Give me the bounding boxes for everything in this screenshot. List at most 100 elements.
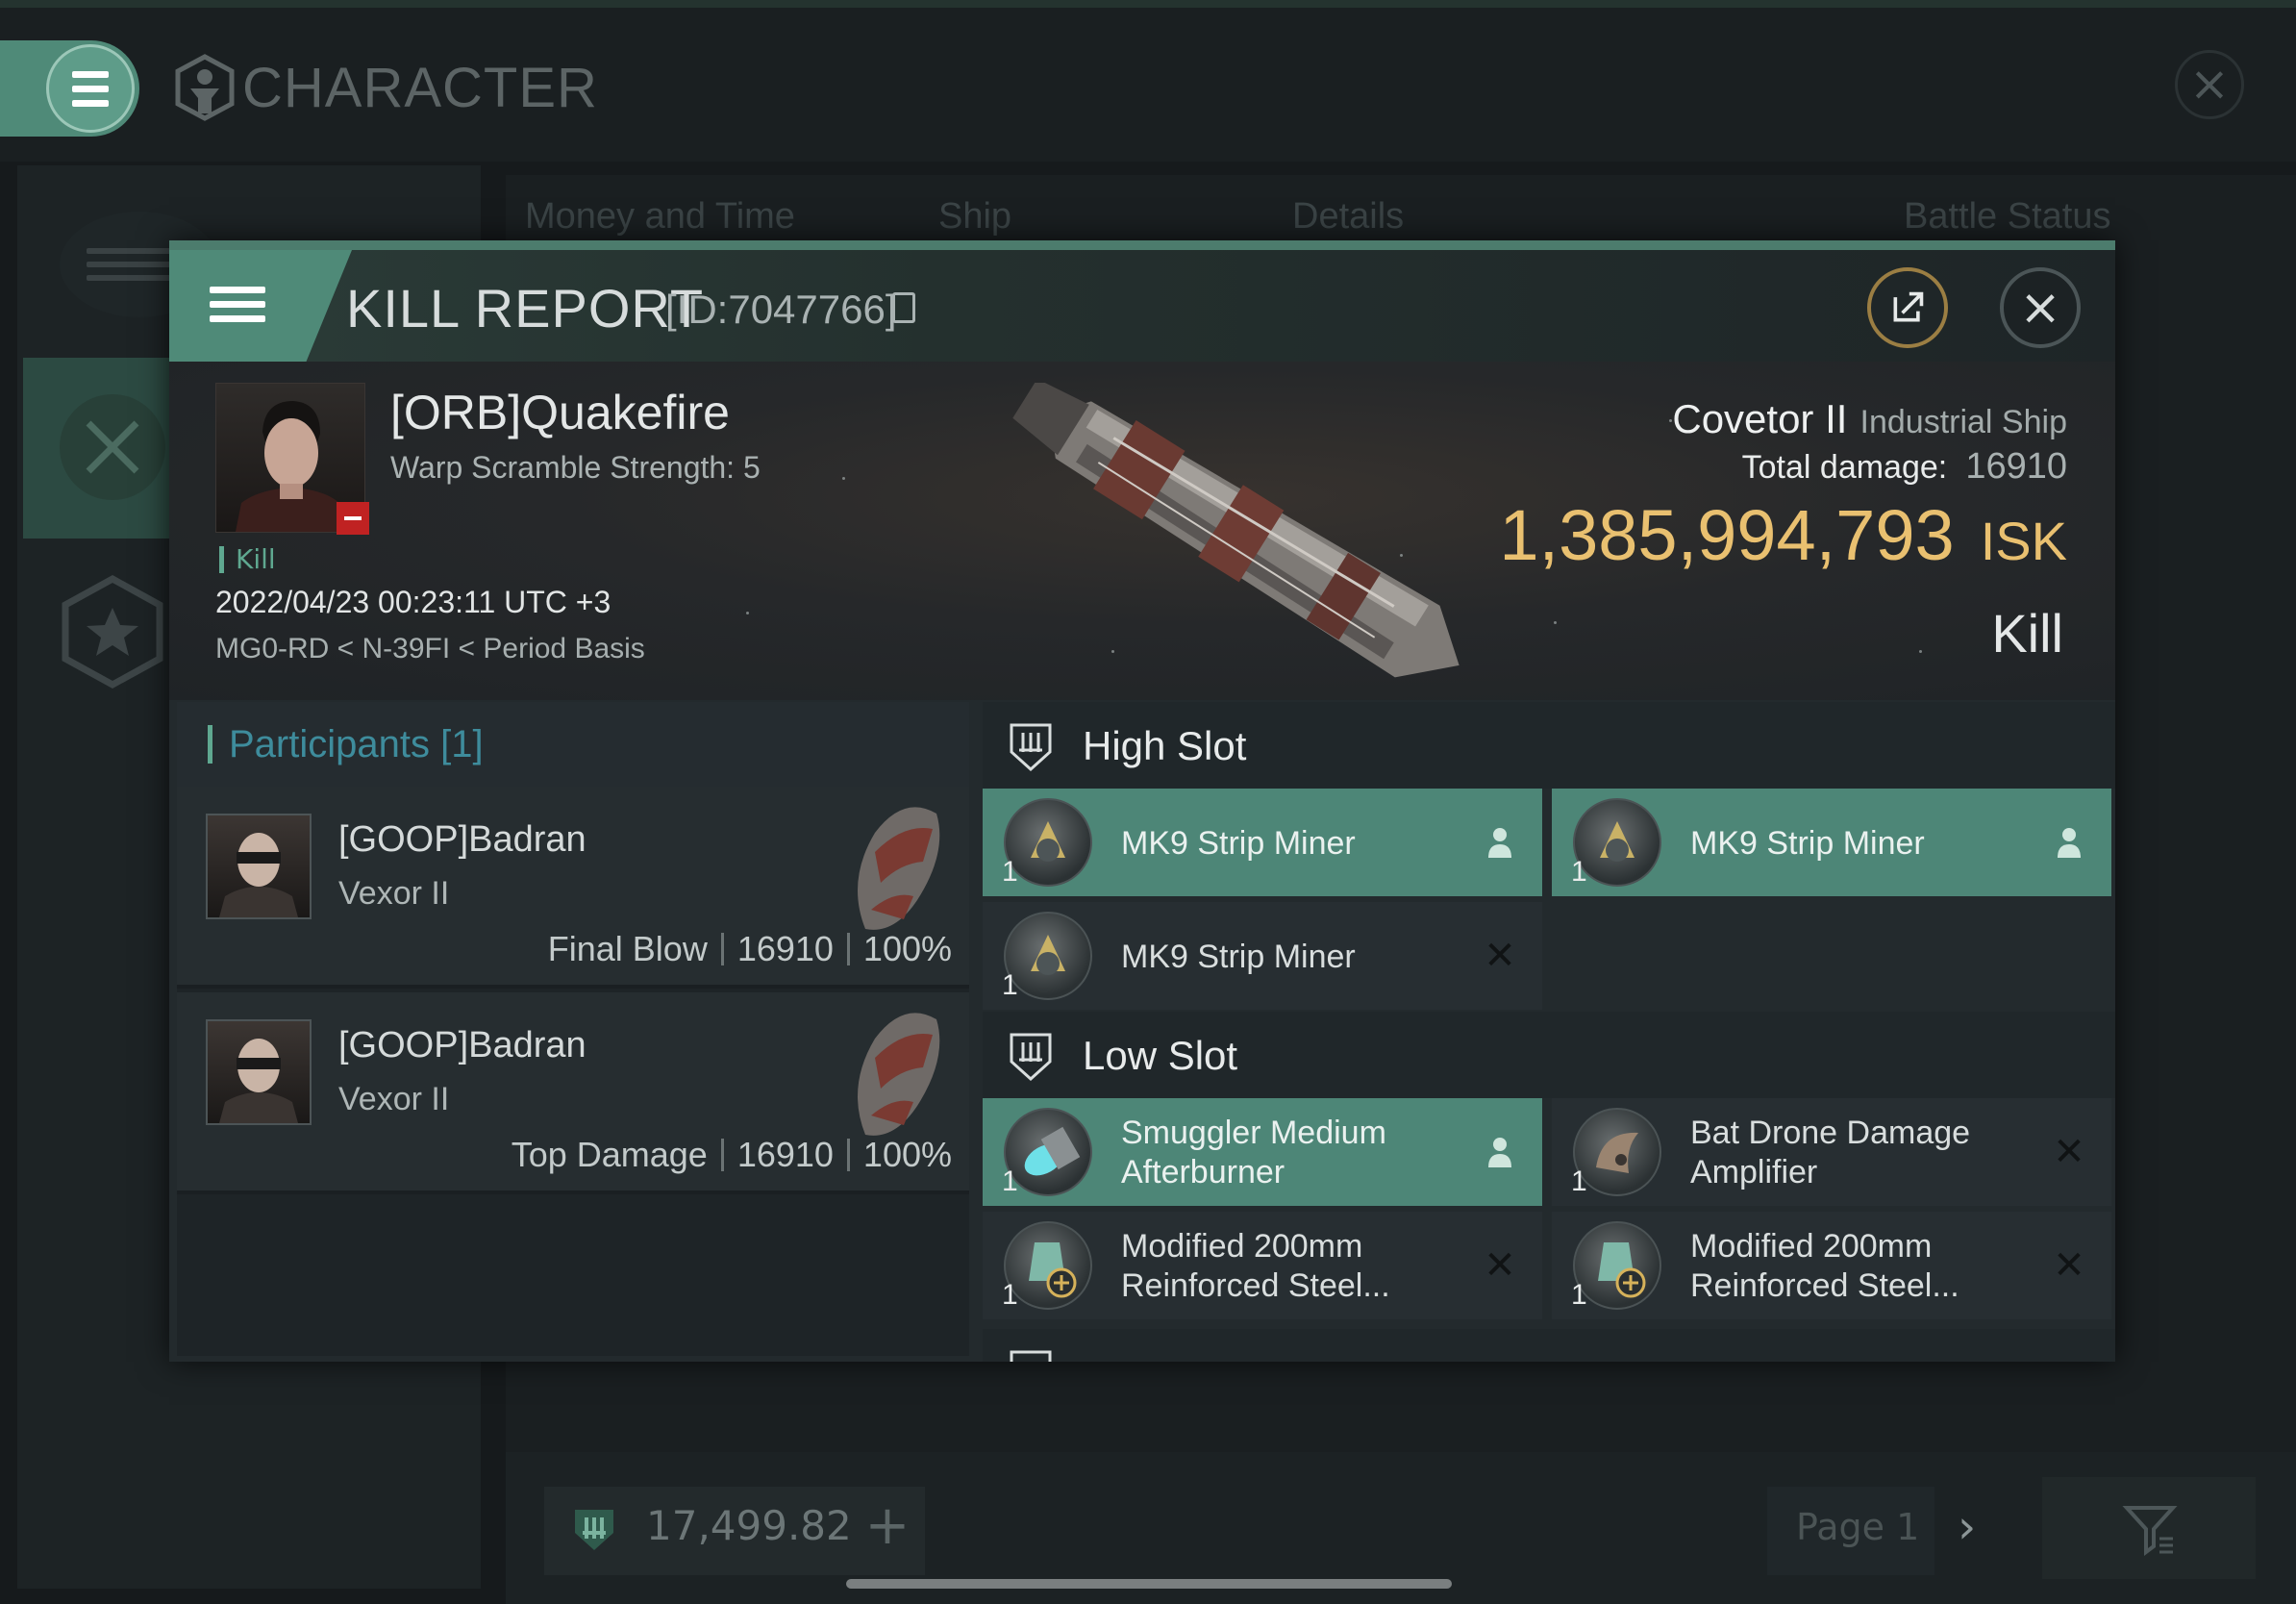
participants-panel: Participants [1] [GOOP]Badran Vexor II F… [177,702,969,1356]
module-name: MK9 Strip Miner [1690,824,1925,862]
participant-role: Top Damage [511,1135,708,1174]
high-slot-icon [1010,723,1052,772]
total-damage-value: 16910 [1965,446,2067,487]
module-row[interactable]: 1 MK9 Strip Miner [1552,789,2111,896]
column-details: Details [1292,196,1405,237]
victim-name[interactable]: [ORB]Quakefire [390,385,730,440]
destroyed-x-icon: ✕ [2053,1243,2085,1288]
add-funds-button[interactable]: + [854,1492,921,1560]
high-slot-title: High Slot [1083,723,1247,768]
participant-stats: Top Damage 16910 100% [512,1135,952,1175]
low-slot-header: Low Slot [983,1012,2115,1098]
module-quantity: 1 [1571,1165,1587,1197]
module-quantity: 1 [1002,969,1018,1001]
crossed-swords-icon [60,394,165,500]
isk-unit: ISK [1980,511,2067,571]
module-row[interactable]: 1 Modified 200mm Reinforced Steel... ✕ [1552,1212,2111,1319]
victim-panel: [ORB]Quakefire Warp Scramble Strength: 5… [169,362,2115,700]
module-row[interactable]: 1 Bat Drone Damage Amplifier ✕ [1552,1098,2111,1206]
dialog-title: KILL REPORT [346,278,705,338]
dialog-close-button[interactable]: × [2000,267,2081,348]
participant-portrait[interactable] [206,1019,312,1125]
module-quantity: 1 [1002,1279,1018,1311]
mid-slot-icon [1010,1350,1052,1362]
kill-tag: Kill [219,546,276,573]
low-slot-icon [1010,1033,1052,1082]
module-row[interactable]: 1 MK9 Strip Miner ✕ [983,902,1542,1010]
module-row[interactable]: 1 Modified 200mm Reinforced Steel... ✕ [983,1212,1542,1319]
module-name: Smuggler Medium Afterburner [1121,1115,1386,1190]
page-indicator: Page 1 [1796,1506,1920,1548]
hostile-badge [337,502,369,535]
share-button[interactable] [1867,267,1948,348]
module-name: MK9 Strip Miner [1121,938,1356,975]
close-icon[interactable]: × [2175,50,2244,119]
kill-timestamp: 2022/04/23 00:23:11 UTC +3 [215,585,611,619]
module-row[interactable]: 1 Smuggler Medium Afterburner [983,1098,1542,1206]
low-slot-title: Low Slot [1083,1033,1238,1078]
participant-ship: Vexor II [338,1081,450,1117]
result-label: Kill [1991,603,2063,664]
participant-portrait[interactable] [206,814,312,919]
participant-stats: Final Blow 16910 100% [548,929,952,969]
module-name: Modified 200mm Reinforced Steel... [1121,1228,1390,1304]
victim-ship-name[interactable]: Covetor II [1672,396,1847,441]
module-row[interactable]: 1 MK9 Strip Miner [983,789,1542,896]
kill-report-dialog: KILL REPORT [ID:7047766] × [ORB]Quakefir… [169,240,2115,1362]
scrollbar-thumb[interactable] [846,1579,1452,1589]
participant-damage: 16910 [736,1135,834,1174]
destroyed-x-icon: ✕ [1484,934,1516,978]
participant-name: [GOOP]Badran [338,1025,586,1065]
kill-location[interactable]: MG0-RD < N-39FI < Period Basis [215,633,645,665]
destroyed-x-icon: ✕ [2053,1130,2085,1174]
destroyed-x-icon: ✕ [1484,1243,1516,1288]
character-icon [175,54,235,121]
module-name: Bat Drone Damage Amplifier [1690,1115,1971,1190]
module-quantity: 1 [1002,1165,1018,1197]
warp-scramble-strength: Warp Scramble Strength: 5 [390,450,761,485]
participant-ship: Vexor II [338,875,450,912]
total-damage-line: Total damage: 16910 [1742,446,2067,488]
kill-id: [ID:7047766] [665,287,897,332]
victim-ship-class: Industrial Ship [1859,404,2067,440]
fitting-panel: High Slot 1 MK9 Strip Miner 1 MK9 Strip … [983,702,2115,1362]
module-quantity: 1 [1571,1279,1587,1311]
filter-icon [2122,1506,2178,1556]
main-menu-button[interactable] [46,44,135,133]
module-name: Modified 200mm Reinforced Steel... [1690,1228,1959,1304]
high-slot-header: High Slot [983,702,2115,789]
participant-ship-icon [858,807,940,930]
module-name: MK9 Strip Miner [1121,824,1356,862]
participants-accent [208,725,212,764]
participant-role: Final Blow [547,929,708,968]
total-damage-label: Total damage: [1741,449,1948,486]
participant-ship-icon [858,1013,940,1136]
isk-value: 1,385,994,793 [1499,495,1955,575]
copy-icon[interactable] [892,292,915,323]
isk-icon [575,1510,613,1550]
module-quantity: 1 [1002,856,1018,888]
participant-damage: 16910 [736,929,834,968]
dialog-top-accent [169,240,2115,250]
participant-row[interactable]: [GOOP]Badran Vexor II Top Damage 16910 100… [177,992,969,1194]
wallet-balance: 17,499.82 [646,1502,852,1549]
participants-title: Participants [1] [229,723,484,765]
isk-value-line: 1,385,994,793 ISK [1499,494,2067,576]
column-money-time: Money and Time [525,196,795,237]
column-ship: Ship [938,196,1012,237]
participant-percent: 100% [862,1135,952,1174]
mid-slot-header-cutoff [983,1329,2115,1362]
person-icon [1488,828,1511,858]
module-quantity: 1 [1571,856,1587,888]
screen-title: CHARACTER [242,57,598,119]
next-page-button[interactable]: › [1958,1500,1976,1554]
person-icon [2058,828,2081,858]
victim-ship-image[interactable] [929,383,1544,681]
star-badge-icon[interactable] [60,575,165,689]
menu-icon [210,279,265,329]
participant-name: [GOOP]Badran [338,819,586,860]
participant-percent: 100% [862,929,952,968]
top-edge [0,0,2296,8]
participant-row[interactable]: [GOOP]Badran Vexor II Final Blow 16910 100… [177,787,969,989]
ship-title-line: Covetor II Industrial Ship [1672,396,2067,442]
